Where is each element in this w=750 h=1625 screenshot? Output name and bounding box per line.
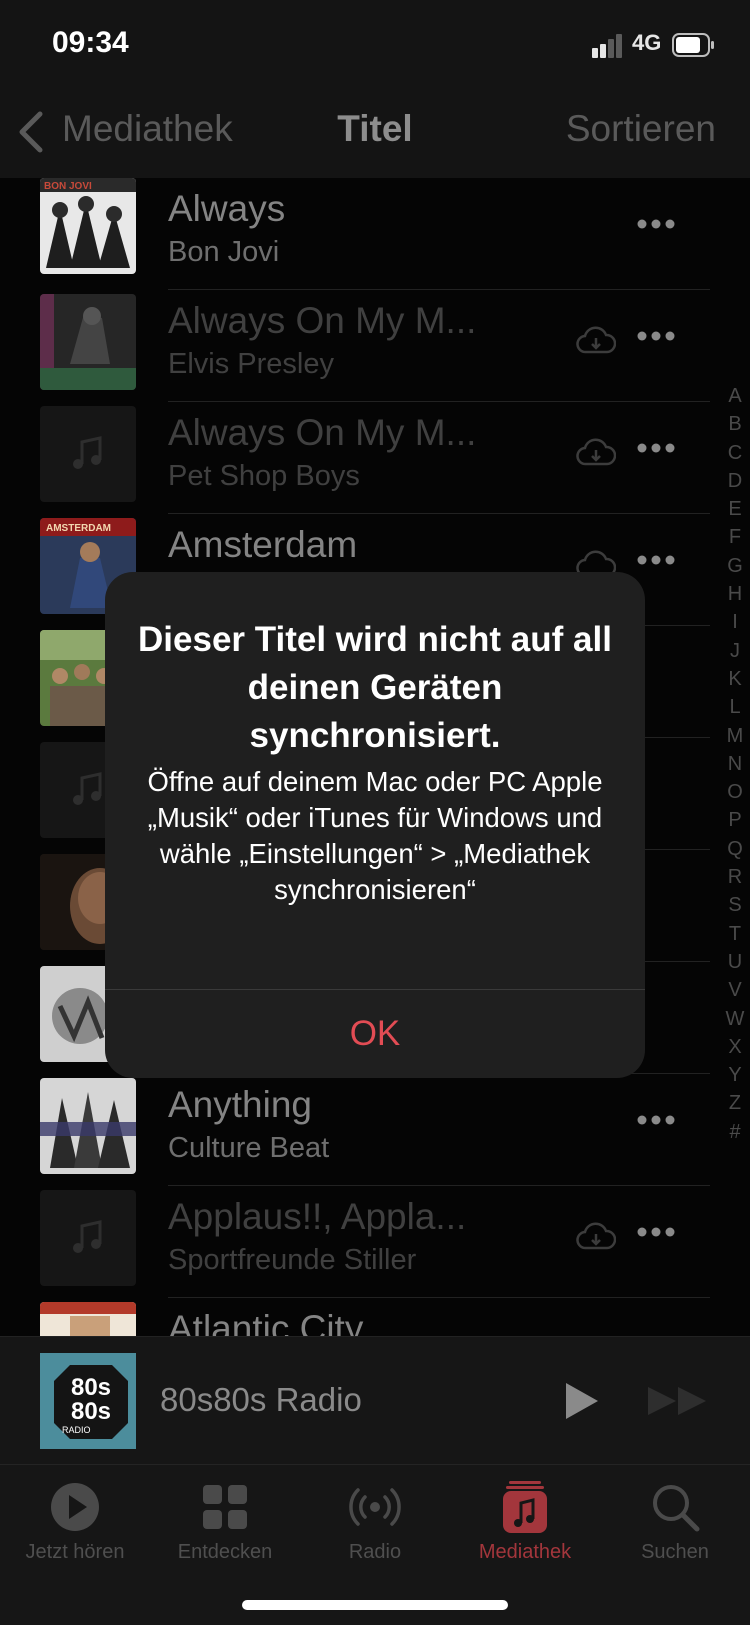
ok-button[interactable]: OK: [105, 990, 645, 1078]
index-letter[interactable]: M: [724, 722, 746, 750]
alert-title: Dieser Titel wird nicht auf all deinen G…: [138, 620, 612, 755]
cloud-download-icon[interactable]: [576, 1222, 616, 1252]
album-art: [40, 294, 136, 390]
index-letter[interactable]: X: [724, 1033, 746, 1061]
tab-label: Jetzt hören: [25, 1541, 125, 1563]
index-letter[interactable]: N: [724, 750, 746, 778]
index-letter[interactable]: O: [724, 778, 746, 806]
index-letter[interactable]: D: [724, 467, 746, 495]
song-title: Atlantic City: [168, 1308, 364, 1336]
song-row[interactable]: Always On My M... Pet Shop Boys: [0, 402, 750, 514]
art-text-3: RADIO: [62, 1425, 91, 1435]
tab-label: Radio: [348, 1541, 402, 1563]
index-letter[interactable]: Q: [724, 835, 746, 863]
index-letter[interactable]: V: [724, 976, 746, 1004]
song-row[interactable]: Always On My M... Elvis Presley: [0, 290, 750, 402]
song-title: Always On My M...: [168, 412, 477, 453]
song-title: Always On My M...: [168, 300, 477, 341]
svg-text:BON JOVI: BON JOVI: [44, 181, 92, 192]
index-letter[interactable]: W: [724, 1005, 746, 1033]
index-letter[interactable]: B: [724, 410, 746, 438]
radio-station-art: 80s 80s RADIO: [40, 1353, 136, 1449]
cloud-download-icon[interactable]: [576, 438, 616, 468]
index-letter[interactable]: L: [724, 693, 746, 721]
index-letter[interactable]: A: [724, 382, 746, 410]
index-letter[interactable]: F: [724, 523, 746, 551]
song-row[interactable]: Applaus!!, Appla... Sportfreunde Stiller: [0, 1186, 750, 1298]
song-artist: Bon Jovi: [168, 236, 280, 268]
song-title: Always: [168, 188, 286, 229]
index-letter[interactable]: R: [724, 863, 746, 891]
music-library-icon: [503, 1481, 547, 1533]
more-options-icon[interactable]: [636, 1114, 676, 1126]
index-letter[interactable]: H: [724, 580, 746, 608]
svg-text:AMSTERDAM: AMSTERDAM: [46, 523, 111, 534]
sort-button[interactable]: Sortieren: [566, 108, 716, 150]
tab-mediathek[interactable]: Mediathek: [450, 1479, 600, 1564]
song-artist: Pet Shop Boys: [168, 460, 360, 492]
more-options-icon[interactable]: [636, 442, 676, 454]
battery-icon: [672, 33, 714, 57]
album-art: [40, 1190, 136, 1286]
art-text-1: 80s: [71, 1374, 111, 1401]
network-type: 4G: [632, 30, 662, 55]
alert-dialog: Dieser Titel wird nicht auf all deinen G…: [105, 572, 645, 1078]
more-options-icon[interactable]: [636, 330, 676, 342]
song-title: Amsterdam: [168, 524, 358, 565]
song-row[interactable]: BON JOVI Always Bon Jovi: [0, 178, 750, 290]
song-title: Applaus!!, Appla...: [168, 1196, 467, 1237]
album-art: [40, 1302, 136, 1336]
index-letter[interactable]: K: [724, 665, 746, 693]
search-icon: [653, 1485, 700, 1532]
song-artist: Culture Beat: [168, 1132, 330, 1164]
index-letter[interactable]: I: [724, 608, 746, 636]
tab-entdecken[interactable]: Entdecken: [150, 1479, 300, 1564]
tab-suchen[interactable]: Suchen: [600, 1479, 750, 1564]
music-note-icon: [73, 1220, 102, 1253]
more-options-icon[interactable]: [636, 1226, 676, 1238]
index-letter[interactable]: C: [724, 439, 746, 467]
art-text-2: 80s: [71, 1398, 111, 1425]
index-letter[interactable]: S: [724, 891, 746, 919]
song-title: Anything: [168, 1084, 312, 1125]
tab-label: Mediathek: [478, 1541, 572, 1563]
play-icon[interactable]: [560, 1381, 600, 1421]
index-letter[interactable]: Z: [724, 1089, 746, 1117]
tab-label: Entdecken: [177, 1541, 273, 1563]
alert-message: Öffne auf deinem Mac oder PC Apple „Musi…: [147, 766, 603, 905]
index-letter[interactable]: J: [724, 637, 746, 665]
song-row[interactable]: Atlantic City: [0, 1298, 750, 1336]
album-art: [40, 1078, 136, 1174]
song-artist: Sportfreunde Stiller: [168, 1244, 417, 1276]
more-options-icon[interactable]: [636, 218, 676, 230]
music-note-icon: [73, 772, 102, 805]
play-circle-icon: [51, 1483, 99, 1531]
index-letter[interactable]: T: [724, 920, 746, 948]
tab-radio[interactable]: Radio: [300, 1479, 450, 1564]
song-row[interactable]: Anything Culture Beat: [0, 1074, 750, 1186]
music-note-icon: [73, 436, 102, 469]
cloud-download-icon[interactable]: [576, 326, 616, 356]
fast-forward-icon[interactable]: [646, 1385, 710, 1417]
index-letter[interactable]: E: [724, 495, 746, 523]
more-options-icon[interactable]: [636, 554, 676, 566]
tab-label: Suchen: [641, 1541, 709, 1563]
tab-jetzt-hoeren[interactable]: Jetzt hören: [0, 1479, 150, 1564]
index-letter[interactable]: #: [724, 1118, 746, 1146]
home-indicator[interactable]: [242, 1600, 508, 1610]
radio-waves-icon: [349, 1488, 401, 1526]
now-playing-title: 80s80s Radio: [160, 1381, 362, 1418]
cell-signal-icon: [592, 34, 622, 58]
alphabet-index[interactable]: A B C D E F G H I J K L M N O P Q R S T U V W X Y Z #: [724, 382, 746, 1146]
grid-icon: [203, 1485, 247, 1529]
song-artist: Elvis Presley: [168, 348, 334, 380]
index-letter[interactable]: P: [724, 806, 746, 834]
index-letter[interactable]: G: [724, 552, 746, 580]
album-art: [40, 406, 136, 502]
album-art: BON JOVI: [40, 178, 136, 274]
index-letter[interactable]: U: [724, 948, 746, 976]
index-letter[interactable]: Y: [724, 1061, 746, 1089]
mini-player[interactable]: 80s 80s RADIO 80s80s Radio: [0, 1336, 750, 1465]
status-time: 09:34: [52, 26, 129, 59]
